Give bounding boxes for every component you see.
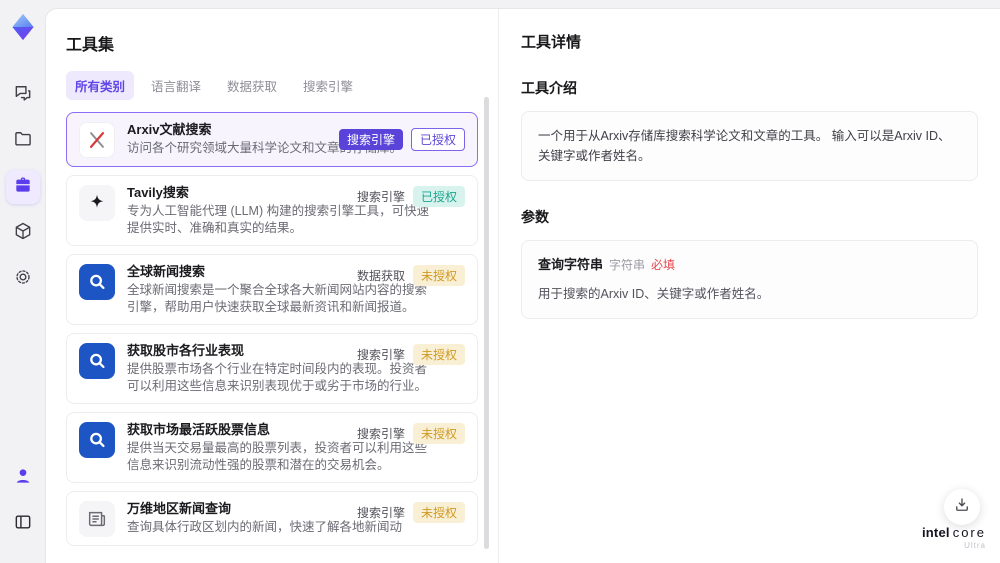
newspaper-icon bbox=[79, 501, 115, 537]
briefcase-icon bbox=[13, 175, 33, 200]
download-button[interactable] bbox=[944, 489, 980, 525]
intro-heading: 工具介绍 bbox=[521, 80, 577, 96]
param-box: 查询字符串 字符串 必填 用于搜索的Arxiv ID、关键字或作者姓名。 bbox=[521, 240, 978, 319]
intel-core-badge: intel core Ultra bbox=[921, 524, 986, 551]
category-label: 数据获取 bbox=[356, 269, 405, 283]
status-badge: 未授权 bbox=[412, 502, 465, 523]
tab-search-engine[interactable]: 搜索引擎 bbox=[294, 71, 362, 100]
params-heading: 参数 bbox=[521, 209, 549, 225]
tool-card-sector-performance[interactable]: 获取股市各行业表现 提供股票市场各个行业在特定时间段内的表现。投资者可以利用这些… bbox=[66, 333, 478, 404]
tool-description: 全球新闻搜索是一个聚合全球各大新闻网站内容的搜索引擎，帮助用户快速获取全球最新资… bbox=[127, 283, 428, 314]
status-badge: 已授权 bbox=[412, 186, 465, 207]
tool-description: 提供股票市场各个行业在特定时间段内的表现。投资者可以利用这些信息来识别表现优于或… bbox=[127, 362, 428, 393]
tab-translation[interactable]: 语言翻译 bbox=[142, 71, 210, 100]
tool-card-active-stocks[interactable]: 获取市场最活跃股票信息 提供当天交易量最高的股票列表，投资者可以利用这些信息来识… bbox=[66, 412, 478, 483]
tab-all-categories[interactable]: 所有类别 bbox=[66, 71, 135, 100]
param-name: 查询字符串 bbox=[538, 257, 604, 272]
tool-card-tavily[interactable]: Tavily搜索 专为人工智能代理 (LLM) 构建的搜索引擎工具，可快速提供实… bbox=[66, 175, 478, 246]
status-badge: 已授权 bbox=[410, 128, 465, 151]
intro-box: 一个用于从Arxiv存储库搜索科学论文和文章的工具。 输入可以是Arxiv ID… bbox=[521, 111, 978, 181]
tool-description: 提供当天交易量最高的股票列表，投资者可以利用这些信息来识别流动性强的股票和潜在的… bbox=[127, 441, 428, 472]
sidebar-item-files[interactable] bbox=[6, 124, 40, 158]
status-badge: 未授权 bbox=[412, 344, 465, 365]
tavily-star-icon bbox=[79, 185, 115, 221]
param-required-flag: 必填 bbox=[651, 258, 676, 272]
tool-detail-panel: 工具详情 工具介绍 一个用于从Arxiv存储库搜索科学论文和文章的工具。 输入可… bbox=[499, 9, 1000, 563]
intro-text: 一个用于从Arxiv存储库搜索科学论文和文章的工具。 输入可以是Arxiv ID… bbox=[538, 129, 951, 163]
category-label: 搜索引擎 bbox=[356, 506, 405, 520]
panel-layout-icon bbox=[13, 512, 33, 537]
sidebar-collapse-button[interactable] bbox=[6, 507, 40, 541]
tool-card-global-news[interactable]: 全球新闻搜索 全球新闻搜索是一个聚合全球各大新闻网站内容的搜索引擎，帮助用户快速… bbox=[66, 254, 478, 325]
category-label: 搜索引擎 bbox=[356, 427, 405, 441]
category-badge: 搜索引擎 bbox=[338, 129, 403, 150]
left-sidebar bbox=[0, 0, 45, 563]
sidebar-item-models[interactable] bbox=[6, 216, 40, 250]
app-window: 工具集 所有类别 语言翻译 数据获取 搜索引擎 Arxiv文献搜索 访问各个研究… bbox=[0, 0, 1000, 563]
sidebar-item-settings[interactable] bbox=[6, 262, 40, 296]
intel-product-text: core bbox=[952, 524, 986, 540]
sidebar-item-chat[interactable] bbox=[6, 78, 40, 112]
download-icon bbox=[953, 496, 971, 519]
arxiv-icon bbox=[79, 122, 115, 158]
category-label: 搜索引擎 bbox=[356, 348, 405, 362]
page-title: 工具集 bbox=[66, 37, 115, 54]
blue-search-icon bbox=[79, 422, 115, 458]
param-type: 字符串 bbox=[609, 258, 646, 272]
status-badge: 未授权 bbox=[412, 265, 465, 286]
main-content: 工具集 所有类别 语言翻译 数据获取 搜索引擎 Arxiv文献搜索 访问各个研究… bbox=[45, 8, 1000, 563]
gear-icon bbox=[13, 267, 33, 292]
list-scrollbar[interactable] bbox=[484, 97, 489, 549]
cube-icon bbox=[13, 221, 33, 246]
sidebar-item-account[interactable] bbox=[6, 461, 40, 495]
intel-sub-text: Ultra bbox=[964, 541, 986, 551]
category-tabs: 所有类别 语言翻译 数据获取 搜索引擎 bbox=[66, 71, 478, 100]
user-avatar-icon bbox=[13, 466, 33, 491]
tab-data-fetch[interactable]: 数据获取 bbox=[218, 71, 286, 100]
tool-description: 专为人工智能代理 (LLM) 构建的搜索引擎工具，可快速提供实时、准确和真实的结… bbox=[127, 204, 430, 235]
category-label: 搜索引擎 bbox=[356, 190, 405, 204]
intel-brand-text: intel bbox=[921, 524, 950, 540]
tool-card-arxiv[interactable]: Arxiv文献搜索 访问各个研究领域大量科学论文和文章的存储库。 搜索引擎 已授… bbox=[66, 112, 478, 167]
status-badge: 未授权 bbox=[412, 423, 465, 444]
sidebar-item-tools[interactable] bbox=[5, 170, 40, 204]
blue-search-icon bbox=[79, 264, 115, 300]
tool-list-panel: 工具集 所有类别 语言翻译 数据获取 搜索引擎 Arxiv文献搜索 访问各个研究… bbox=[46, 9, 499, 563]
detail-title: 工具详情 bbox=[521, 34, 582, 51]
chat-icon bbox=[13, 83, 33, 108]
tool-card-regional-news[interactable]: 万维地区新闻查询 查询具体行政区划内的新闻，快速了解各地新闻动 搜索引擎 未授权 bbox=[66, 491, 478, 546]
app-logo-icon bbox=[8, 12, 38, 42]
folder-icon bbox=[13, 129, 33, 154]
param-description: 用于搜索的Arxiv ID、关键字或作者姓名。 bbox=[538, 286, 770, 301]
tool-card-list: Arxiv文献搜索 访问各个研究领域大量科学论文和文章的存储库。 搜索引擎 已授… bbox=[66, 112, 478, 546]
blue-search-icon bbox=[79, 343, 115, 379]
